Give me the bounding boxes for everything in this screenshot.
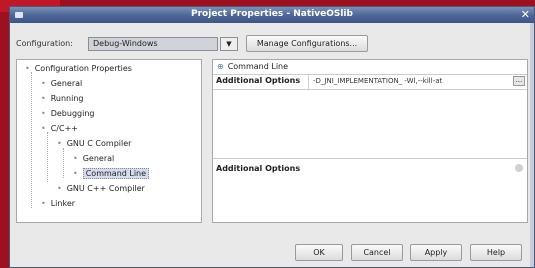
- tree-node-icon: •: [41, 199, 46, 208]
- property-name: Additional Options: [216, 76, 301, 85]
- tree-item-general-sub[interactable]: • General: [73, 154, 114, 163]
- project-properties-dialog: Project Properties - NativeOSlib ✕ Confi…: [9, 6, 535, 268]
- tree-item-c-cpp[interactable]: • C/C++: [41, 124, 78, 133]
- tree-node-icon: •: [41, 79, 46, 88]
- tree-node-icon: •: [41, 109, 46, 118]
- title-bar[interactable]: Project Properties - NativeOSlib ✕: [10, 7, 534, 23]
- chevron-down-icon[interactable]: ▼: [220, 37, 238, 51]
- tree-node-icon: •: [25, 64, 30, 73]
- category-header[interactable]: ⊕ Command Line: [217, 62, 288, 71]
- apply-button[interactable]: Apply: [410, 244, 462, 261]
- description-title: Additional Options: [216, 164, 301, 173]
- tree-item-gnu-c-compiler[interactable]: • GNU C Compiler: [57, 139, 131, 148]
- configuration-select[interactable]: Debug-Windows: [88, 37, 218, 51]
- tree-node-icon: •: [73, 169, 78, 178]
- manage-configurations-button[interactable]: Manage Configurations...: [246, 35, 368, 52]
- tree-item-configuration-properties[interactable]: • Configuration Properties: [25, 64, 132, 73]
- tree-item-debugging[interactable]: • Debugging: [41, 109, 94, 118]
- cancel-button[interactable]: Cancel: [351, 244, 403, 261]
- categories-tree[interactable]: • Configuration Properties • General • Runn…: [16, 59, 202, 223]
- property-row[interactable]: Additional Options -D_JNI_IMPLEMENTATION…: [213, 74, 527, 90]
- tree-item-command-line[interactable]: • Command Line: [73, 168, 150, 179]
- ellipsis-button[interactable]: ...: [513, 76, 525, 86]
- tree-node-icon: •: [41, 94, 46, 103]
- tree-item-running[interactable]: • Running: [41, 94, 84, 103]
- description-divider: [213, 158, 527, 159]
- tree-item-general[interactable]: • General: [41, 79, 82, 88]
- properties-panel: ⊕ Command Line Additional Options -D_JNI_…: [212, 59, 528, 223]
- tree-node-icon: •: [73, 154, 78, 163]
- tree-node-icon: •: [57, 139, 62, 148]
- tree-item-gnu-cpp-compiler[interactable]: • GNU C++ Compiler: [57, 184, 145, 193]
- tree-item-linker[interactable]: • Linker: [41, 199, 75, 208]
- collapse-icon[interactable]: ⊕: [217, 62, 224, 71]
- window-title: Project Properties - NativeOSlib: [191, 9, 353, 19]
- info-icon: [515, 164, 523, 172]
- close-icon[interactable]: ✕: [521, 8, 530, 21]
- property-value[interactable]: -D_JNI_IMPLEMENTATION_ -Wl,--kill-at: [313, 77, 442, 85]
- help-button[interactable]: Help: [470, 244, 522, 261]
- configuration-label: Configuration:: [16, 39, 73, 48]
- ok-button[interactable]: OK: [295, 244, 343, 261]
- tree-node-icon: •: [41, 124, 46, 133]
- tree-node-icon: •: [57, 184, 62, 193]
- window-right-border: [530, 23, 534, 267]
